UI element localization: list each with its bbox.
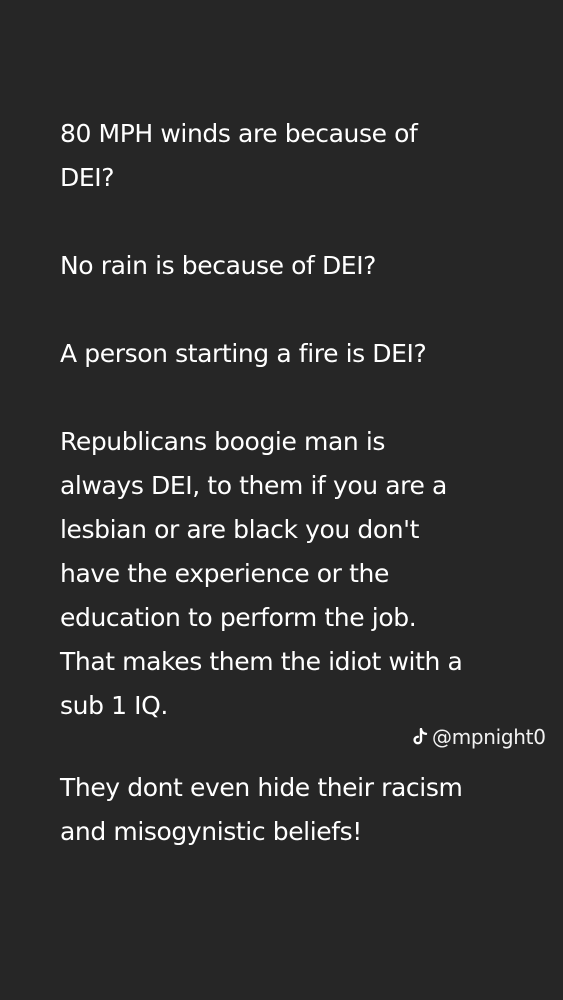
text-line: education to perform the job. [60,603,417,632]
text-line: and misogynistic beliefs! [60,817,362,846]
text-line: They dont even hide their racism [60,773,463,802]
text-line: That makes them the idiot with a [60,647,463,676]
tiktok-watermark: @mpnight0 [412,721,546,753]
watermark-handle: @mpnight0 [432,725,546,749]
text-line: Republicans boogie man is [60,427,386,456]
text-line: 80 MPH winds are because of [60,119,418,148]
text-line: always DEI, to them if you are a [60,471,447,500]
paragraph-1: 80 MPH winds are because of DEI? [60,112,500,200]
text-line: A person starting a fire is DEI? [60,339,427,368]
text-line: have the experience or the [60,559,389,588]
tiktok-icon [413,728,428,745]
text-line: DEI? [60,163,115,192]
post-text: 80 MPH winds are because of DEI? No rain… [60,112,500,772]
text-line: lesbian or are black you don't [60,515,420,544]
paragraph-4: Republicans boogie man is always DEI, to… [60,420,500,728]
paragraph-2: No rain is because of DEI? [60,244,500,288]
paragraph-3: A person starting a fire is DEI? [60,332,500,376]
closing-paragraph: They dont even hide their racism and mis… [60,766,530,854]
text-line: No rain is because of DEI? [60,251,377,280]
